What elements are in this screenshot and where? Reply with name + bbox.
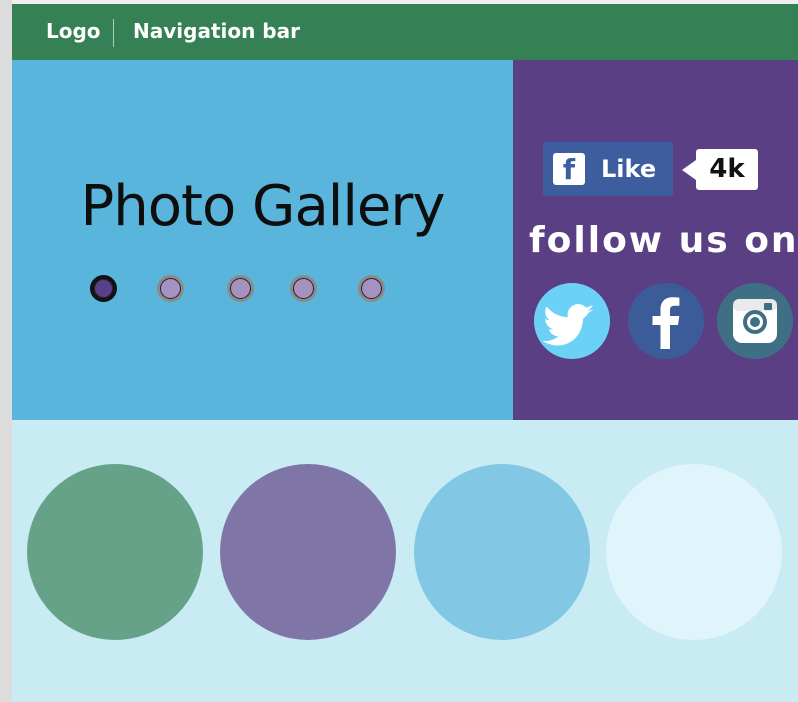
gallery-thumbnail-1[interactable] bbox=[27, 464, 203, 640]
slide-dot-4[interactable] bbox=[290, 275, 317, 302]
twitter-icon[interactable] bbox=[534, 283, 610, 359]
hero-title: Photo Gallery bbox=[80, 174, 446, 239]
photo-gallery-hero: Photo Gallery bbox=[12, 60, 513, 420]
navigation-bar: Logo Navigation bar bbox=[12, 4, 798, 60]
facebook-like-button[interactable]: f Like bbox=[543, 142, 673, 196]
facebook-icon[interactable] bbox=[628, 283, 704, 359]
slide-dot-2[interactable] bbox=[157, 275, 184, 302]
page-frame: Logo Navigation bar Photo Gallery f Like… bbox=[12, 0, 798, 702]
nav-title[interactable]: Navigation bar bbox=[133, 19, 300, 43]
logo[interactable]: Logo bbox=[46, 19, 101, 43]
gallery-thumbnail-4[interactable] bbox=[606, 464, 782, 640]
nav-divider bbox=[113, 19, 114, 47]
like-label: Like bbox=[601, 155, 657, 183]
like-count-bubble: 4k bbox=[682, 149, 758, 190]
gallery-thumbnails bbox=[12, 420, 798, 702]
slide-dot-3[interactable] bbox=[227, 275, 254, 302]
slide-dot-1[interactable] bbox=[90, 275, 117, 302]
slide-indicators bbox=[90, 275, 430, 313]
like-count: 4k bbox=[709, 154, 745, 184]
slide-dot-5[interactable] bbox=[358, 275, 385, 302]
follow-us-text: follow us on bbox=[529, 220, 798, 261]
facebook-square-icon: f bbox=[553, 153, 585, 186]
social-panel: f Like 4k follow us on bbox=[513, 60, 798, 420]
instagram-icon[interactable] bbox=[717, 283, 793, 359]
gallery-thumbnail-3[interactable] bbox=[414, 464, 590, 640]
gallery-thumbnail-2[interactable] bbox=[220, 464, 396, 640]
